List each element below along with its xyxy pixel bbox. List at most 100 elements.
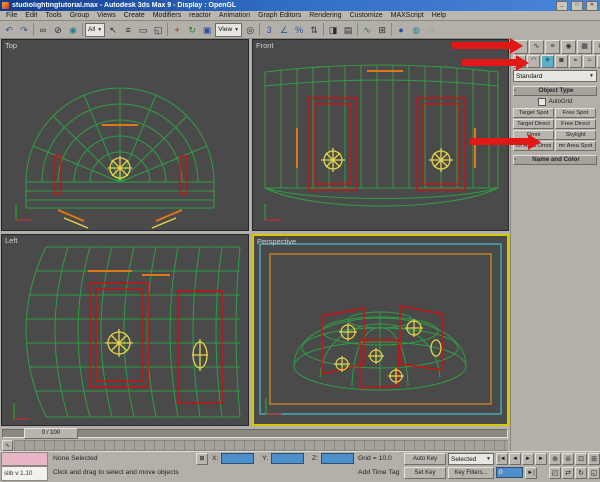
menu-maxscript[interactable]: MAXScript [387, 12, 428, 19]
menu-animation[interactable]: Animation [215, 12, 254, 19]
menu-group[interactable]: Group [66, 12, 93, 19]
viewport-front[interactable]: Front [252, 39, 509, 231]
zoom-extents-all-icon[interactable]: ⊞ [588, 453, 600, 465]
button-free-direct[interactable]: Free Direct [555, 119, 596, 129]
menu-edit[interactable]: Edit [21, 12, 41, 19]
tab-modify[interactable]: ∿ [529, 40, 544, 54]
selection-filter-dropdown[interactable]: All ▼ [85, 22, 106, 37]
schematic-view-icon[interactable]: ⊞ [375, 23, 389, 37]
time-slider-handle[interactable]: 0 / 100 [24, 428, 78, 439]
menu-file[interactable]: File [2, 12, 21, 19]
redo-icon[interactable]: ↷ [17, 23, 31, 37]
menu-help[interactable]: Help [428, 12, 450, 19]
go-to-end-button[interactable]: ►| [525, 467, 537, 479]
auto-key-button[interactable]: Auto Key [404, 453, 446, 465]
use-center-icon[interactable]: ◎ [243, 23, 257, 37]
selection-lock-toggle[interactable]: ⊠ [196, 453, 208, 465]
viewport-front-label[interactable]: Front [256, 41, 274, 50]
select-and-link-icon[interactable]: ∞ [36, 23, 50, 37]
select-and-rotate-icon[interactable]: ↻ [185, 23, 199, 37]
window-crossing-icon[interactable]: ◱ [151, 23, 165, 37]
render-setup-icon[interactable]: ◍ [409, 23, 423, 37]
previous-frame-button[interactable]: ◄ [509, 453, 521, 465]
key-filters-button[interactable]: Key Filters... [448, 467, 494, 479]
select-by-name-icon[interactable]: ≡ [121, 23, 135, 37]
button-target-direct[interactable]: Target Direct [513, 119, 554, 129]
zoom-extents-icon[interactable]: ⊡ [575, 453, 587, 465]
reference-coordinate-dropdown[interactable]: View ▼ [215, 22, 243, 37]
selection-set-dropdown[interactable]: Selected ▼ [448, 453, 494, 465]
set-key-button[interactable]: Set Key [404, 467, 446, 479]
viewport-top[interactable]: Top [1, 39, 249, 231]
viewport-left-label[interactable]: Left [5, 236, 18, 245]
tab-motion[interactable]: ◉ [561, 40, 576, 54]
select-object-icon[interactable]: ↖ [106, 23, 120, 37]
light-type-dropdown[interactable]: Standard ▼ [513, 70, 597, 82]
menu-reactor[interactable]: reactor [185, 12, 215, 19]
unlink-selection-icon[interactable]: ⊘ [51, 23, 65, 37]
next-frame-button[interactable]: ► [535, 453, 547, 465]
y-coordinate-field[interactable] [271, 453, 304, 464]
percent-snap-icon[interactable]: % [292, 23, 306, 37]
pan-icon[interactable]: ⇄ [562, 467, 574, 479]
category-space-warps[interactable]: ≈ [583, 55, 596, 68]
play-button[interactable]: ► [522, 453, 534, 465]
viewport-perspective-label[interactable]: Perspective [257, 237, 296, 246]
object-type-rollout[interactable]: - Object Type [513, 86, 597, 96]
button-free-spot[interactable]: Free Spot [555, 108, 596, 118]
button-skylight[interactable]: Skylight [555, 130, 596, 140]
menu-customize[interactable]: Customize [346, 12, 387, 19]
undo-icon[interactable]: ↶ [2, 23, 16, 37]
menu-modifiers[interactable]: Modifiers [149, 12, 185, 19]
angle-snap-icon[interactable]: ∠ [277, 23, 291, 37]
name-color-title: Name and Color [532, 156, 580, 163]
name-color-rollout[interactable]: - Name and Color [513, 155, 597, 165]
menu-create[interactable]: Create [120, 12, 149, 19]
maximize-button[interactable]: □ [571, 0, 583, 11]
zoom-region-icon[interactable]: ◰ [549, 467, 561, 479]
minimize-button[interactable]: _ [556, 0, 568, 11]
rectangular-selection-icon[interactable]: ▭ [136, 23, 150, 37]
mini-curve-editor-button[interactable]: ∿ [2, 440, 13, 451]
viewport-perspective[interactable]: Perspective [252, 234, 509, 426]
x-coordinate-field[interactable] [221, 453, 254, 464]
quick-render-icon[interactable]: ◌ [424, 23, 438, 37]
select-and-move-icon[interactable]: + [170, 23, 184, 37]
category-cameras[interactable]: ◙ [555, 55, 568, 68]
button-target-spot[interactable]: Target Spot [513, 108, 554, 118]
maxscript-listener-input[interactable]: slib v 1.10 [1, 466, 48, 481]
tab-utilities[interactable]: # [593, 40, 600, 54]
curve-editor-icon[interactable]: ∿ [360, 23, 374, 37]
align-icon[interactable]: ▤ [341, 23, 355, 37]
snap-toggle-icon[interactable]: 3 [262, 23, 276, 37]
button-mr-area-spot[interactable]: mr Area Spot [555, 141, 596, 151]
grid-readout: Grid = 10.0 [358, 455, 392, 462]
viewport-left[interactable]: Left [1, 234, 249, 426]
add-time-tag[interactable]: Add Time Tag [358, 469, 399, 476]
close-button[interactable]: ✕ [586, 0, 598, 11]
menu-rendering[interactable]: Rendering [305, 12, 345, 19]
mirror-icon[interactable]: ◨ [326, 23, 340, 37]
z-coordinate-field[interactable] [321, 453, 354, 464]
spinner-snap-icon[interactable]: ⇅ [307, 23, 321, 37]
current-frame-field[interactable]: 0 [496, 467, 523, 478]
autogrid-checkbox[interactable] [537, 97, 546, 106]
category-lights[interactable]: ☀ [541, 55, 554, 68]
menu-graph-editors[interactable]: Graph Editors [254, 12, 305, 19]
viewport-top-label[interactable]: Top [5, 41, 17, 50]
menu-tools[interactable]: Tools [41, 12, 65, 19]
zoom-icon[interactable]: ⊕ [549, 453, 561, 465]
tab-display[interactable]: ▦ [577, 40, 592, 54]
maximize-viewport-icon[interactable]: ◱ [588, 467, 600, 479]
zoom-all-icon[interactable]: ⊜ [562, 453, 574, 465]
select-and-scale-icon[interactable]: ▣ [200, 23, 214, 37]
track-bar[interactable] [14, 440, 508, 451]
menu-views[interactable]: Views [93, 12, 120, 19]
category-helpers[interactable]: ⌖ [569, 55, 582, 68]
material-editor-icon[interactable]: ● [394, 23, 408, 37]
bind-to-space-warp-icon[interactable]: ◉ [66, 23, 80, 37]
go-to-start-button[interactable]: |◄ [496, 453, 508, 465]
maxscript-listener-macro-line[interactable] [1, 452, 48, 466]
tab-hierarchy[interactable]: ≡ [545, 40, 560, 54]
arc-rotate-icon[interactable]: ↻ [575, 467, 587, 479]
